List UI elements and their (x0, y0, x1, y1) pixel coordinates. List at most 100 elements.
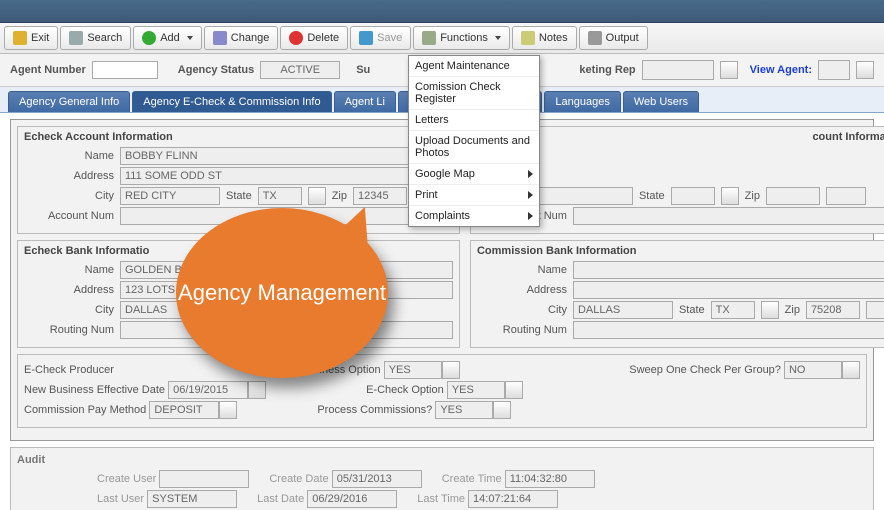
echeck-account-state[interactable] (258, 187, 302, 205)
menu-item-label: Agent Maintenance (415, 60, 510, 72)
search-label: Search (87, 32, 122, 44)
chevron-down-icon[interactable] (493, 401, 511, 419)
last-date-label: Last Date (257, 493, 304, 505)
tutorial-callout: Agency Management (176, 208, 388, 378)
chevron-down-icon[interactable] (442, 361, 460, 379)
tab-agency-general[interactable]: Agency General Info (8, 91, 130, 112)
chevron-down-icon[interactable] (720, 61, 738, 79)
comm-bank-address[interactable] (573, 281, 884, 299)
chevron-down-icon[interactable] (308, 187, 326, 205)
marketing-rep-select[interactable] (642, 60, 714, 80)
comm-bank-routing[interactable] (573, 321, 884, 339)
echeck-account-address[interactable] (120, 167, 453, 185)
comm-bank-state[interactable] (711, 301, 755, 319)
menu-item-label: Upload Documents and Photos (415, 135, 533, 159)
menu-letters[interactable]: Letters (409, 110, 539, 131)
view-agent-link[interactable]: View Agent: (750, 64, 812, 76)
chevron-right-icon (528, 191, 533, 199)
newbiz-option-select[interactable] (384, 361, 442, 379)
zip-label: Zip (745, 190, 760, 202)
create-time-label: Create Time (442, 473, 502, 485)
comm-bank-city[interactable] (573, 301, 673, 319)
menu-item-label: Google Map (415, 168, 475, 180)
last-user-label: Last User (97, 493, 144, 505)
comm-account-zip4[interactable] (826, 187, 866, 205)
city-label: City (24, 190, 114, 202)
echeck-account-zip[interactable] (353, 187, 407, 205)
output-button[interactable]: Output (579, 26, 648, 50)
menu-complaints[interactable]: Complaints (409, 206, 539, 226)
save-label: Save (377, 32, 402, 44)
delete-button[interactable]: Delete (280, 26, 348, 50)
echeck-account-city[interactable] (120, 187, 220, 205)
echeck-account-name[interactable] (120, 147, 453, 165)
state-label: State (639, 190, 665, 202)
change-button[interactable]: Change (204, 26, 279, 50)
sweep-select[interactable] (784, 361, 842, 379)
routing-label: Routing Num (477, 324, 567, 336)
menu-agent-maintenance[interactable]: Agent Maintenance (409, 56, 539, 77)
commission-method-select[interactable] (149, 401, 219, 419)
comm-account-num[interactable] (573, 207, 884, 225)
chevron-down-icon[interactable] (721, 187, 739, 205)
chevron-down-icon[interactable] (219, 401, 237, 419)
menu-google-map[interactable]: Google Map (409, 164, 539, 185)
notes-button[interactable]: Notes (512, 26, 577, 50)
view-agent-select[interactable] (818, 60, 850, 80)
comm-bank-zip[interactable] (806, 301, 860, 319)
agency-status-value (260, 61, 340, 79)
delete-label: Delete (307, 32, 339, 44)
tab-web-users[interactable]: Web Users (623, 91, 699, 112)
chevron-right-icon (528, 212, 533, 220)
menu-item-label: Complaints (415, 210, 470, 222)
account-num-label: Account Num (24, 210, 114, 222)
search-icon (69, 31, 83, 45)
create-time-value (505, 470, 595, 488)
comm-bank-name[interactable] (573, 261, 884, 279)
add-icon (142, 31, 156, 45)
options-group: E-Check Producer ew Business Option Swee… (17, 354, 867, 428)
menu-upload-documents[interactable]: Upload Documents and Photos (409, 131, 539, 164)
address-label: Address (477, 284, 567, 296)
add-button[interactable]: Add (133, 26, 202, 50)
commission-bank-group: Commission Bank Information Name Address… (470, 240, 884, 348)
process-comm-select[interactable] (435, 401, 493, 419)
chevron-down-icon[interactable] (761, 301, 779, 319)
chevron-down-icon (187, 36, 193, 40)
search-button[interactable]: Search (60, 26, 131, 50)
menu-print[interactable]: Print (409, 185, 539, 206)
chevron-down-icon[interactable] (842, 361, 860, 379)
commission-bank-title: Commission Bank Information (477, 245, 884, 257)
sweep-label: Sweep One Check Per Group? (629, 364, 781, 376)
routing-label: Routing Num (24, 324, 114, 336)
chevron-down-icon[interactable] (505, 381, 523, 399)
calendar-icon[interactable] (248, 381, 266, 399)
comm-account-zip[interactable] (766, 187, 820, 205)
newbiz-eff-date[interactable] (168, 381, 248, 399)
echeck-option-select[interactable] (447, 381, 505, 399)
output-label: Output (606, 32, 639, 44)
functions-button[interactable]: Functions (413, 26, 510, 50)
exit-button[interactable]: Exit (4, 26, 58, 50)
tab-agency-echeck[interactable]: Agency E-Check & Commission Info (132, 91, 331, 112)
menu-commission-check-register[interactable]: Comission Check Register (409, 77, 539, 110)
tab-languages[interactable]: Languages (544, 91, 620, 112)
chevron-down-icon[interactable] (856, 61, 874, 79)
last-time-value (468, 490, 558, 508)
output-icon (588, 31, 602, 45)
change-label: Change (231, 32, 270, 44)
create-date-label: Create Date (269, 473, 328, 485)
name-label: Name (24, 150, 114, 162)
comm-bank-zip4[interactable] (866, 301, 884, 319)
state-label: State (679, 304, 705, 316)
comm-account-city[interactable] (533, 187, 633, 205)
comm-account-state[interactable] (671, 187, 715, 205)
tab-agent-li[interactable]: Agent Li (334, 91, 396, 112)
audit-group: Audit Create User Create Date Create Tim… (10, 447, 874, 510)
callout-text: Agency Management (178, 279, 386, 307)
change-icon (213, 31, 227, 45)
save-button[interactable]: Save (350, 26, 411, 50)
menu-item-label: Print (415, 189, 438, 201)
agent-number-input[interactable] (92, 61, 158, 79)
functions-icon (422, 31, 436, 45)
